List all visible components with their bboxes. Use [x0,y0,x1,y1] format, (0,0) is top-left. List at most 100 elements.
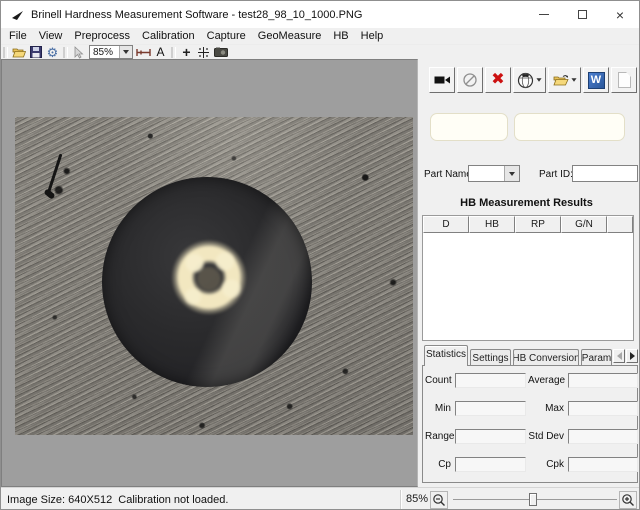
menu-hb[interactable]: HB [327,29,354,43]
chevron-right-icon [630,352,635,360]
delete-measurement-button[interactable]: ✖ [485,67,511,93]
toolbar: ⚙ 85% A + [1,45,639,59]
menu-help[interactable]: Help [355,29,390,43]
target-crosshair-icon [197,46,210,59]
column-header-spacer [607,216,633,233]
range-label: Range [425,431,453,442]
open-results-button[interactable] [548,67,581,93]
pointer-tool-button[interactable] [71,45,86,59]
statistics-grid: Count Average Min Max Range Std Dev Cp [425,373,638,472]
menu-preprocess[interactable]: Preprocess [68,29,136,43]
display-box-left [430,113,508,141]
measure-tool-button[interactable] [136,45,151,59]
average-label: Average [528,375,566,386]
tab-parameters[interactable]: Param [581,349,612,366]
app-window: Brinell Hardness Measurement Software - … [0,0,640,510]
surface-crack [47,154,63,195]
results-table-body[interactable] [423,233,633,340]
column-header-rp[interactable]: RP [515,216,561,233]
menu-capture[interactable]: Capture [201,29,252,43]
micrograph-image [15,117,413,435]
status-bar: Image Size: 640X512 Calibration not load… [1,487,639,510]
gear-icon: ⚙ [47,46,59,59]
indenter-ball-button[interactable] [513,67,546,93]
menu-bar: File View Preprocess Calibration Capture… [1,28,639,45]
cp-field[interactable] [455,457,526,472]
results-table[interactable]: D HB RP G/N [422,215,634,341]
column-header-gn[interactable]: G/N [561,216,607,233]
menu-view[interactable]: View [33,29,69,43]
std-dev-field[interactable] [568,429,638,444]
export-word-button[interactable]: W [583,67,609,93]
min-field[interactable] [455,401,526,416]
tab-strip: Statistics Settings HB Conversion Param [422,345,638,366]
part-name-value [469,166,504,181]
zoom-in-button[interactable] [619,491,637,509]
chevron-down-icon [123,50,129,54]
maximize-button[interactable] [563,1,601,28]
range-field[interactable] [455,429,526,444]
tab-statistics[interactable]: Statistics [424,345,468,366]
plus-crosshair-icon: + [182,45,190,59]
word-icon: W [588,72,605,89]
zoom-slider[interactable] [453,499,617,500]
camera-icon [214,47,228,57]
zoom-select-value: 85% [90,47,119,58]
max-field[interactable] [568,401,638,416]
zoom-select[interactable]: 85% [89,45,133,59]
open-folder-arrow-icon [553,74,569,86]
delete-x-icon: ✖ [491,72,504,88]
blank-page-icon [618,72,631,88]
chevron-down-icon [509,172,515,176]
part-id-input[interactable] [572,165,638,182]
chevron-down-icon [571,78,576,81]
settings-button[interactable]: ⚙ [45,45,60,59]
tab-scroll-right-button[interactable] [626,349,638,363]
close-button[interactable]: × [601,1,639,28]
average-field[interactable] [568,373,638,388]
part-name-dropdown[interactable] [504,166,519,181]
minimize-button[interactable] [525,1,563,28]
part-name-label: Part Name: [424,169,475,180]
column-header-hb[interactable]: HB [469,216,515,233]
open-image-button[interactable] [11,45,26,59]
snapshot-button[interactable] [213,45,228,59]
menu-geomeasure[interactable]: GeoMeasure [252,29,328,43]
display-box-right [514,113,625,141]
results-table-header: D HB RP G/N [423,216,633,233]
window-controls: × [525,1,639,28]
cpk-field[interactable] [568,457,638,472]
tab-settings[interactable]: Settings [470,349,511,366]
menu-calibration[interactable]: Calibration [136,29,201,43]
text-tool-icon: A [156,45,164,59]
toolbar-grip [3,47,8,58]
cp-label: Cp [425,459,453,470]
statistics-tab-panel: Count Average Min Max Range Std Dev Cp [422,365,638,483]
maximize-icon [578,10,587,19]
center-target-button[interactable] [196,45,211,59]
control-panel: ✖ W [418,59,639,487]
save-button[interactable] [28,45,43,59]
results-title: HB Measurement Results [418,197,635,209]
zoom-slider-thumb[interactable] [529,493,537,506]
zoom-out-button[interactable] [430,491,448,509]
new-report-button[interactable] [611,67,637,93]
menu-file[interactable]: File [3,29,33,43]
video-camera-icon [434,75,451,85]
magnifier-plus-icon [621,493,635,507]
tab-scroll-left-button[interactable] [613,349,625,363]
column-header-d[interactable]: D [423,216,469,233]
status-separator [400,490,401,509]
live-video-button[interactable] [429,67,455,93]
zoom-select-dropdown[interactable] [119,46,132,58]
measure-circle-button[interactable] [457,67,483,93]
floppy-disk-icon [30,46,42,58]
open-folder-icon [12,47,26,58]
count-field[interactable] [455,373,526,388]
part-name-select[interactable] [468,165,520,182]
surface-pit [43,188,55,200]
tab-hb-conversion[interactable]: HB Conversion [513,349,579,366]
image-viewer-panel [1,59,418,487]
crosshair-tool-button[interactable]: + [179,45,194,59]
text-annotation-button[interactable]: A [153,45,168,59]
